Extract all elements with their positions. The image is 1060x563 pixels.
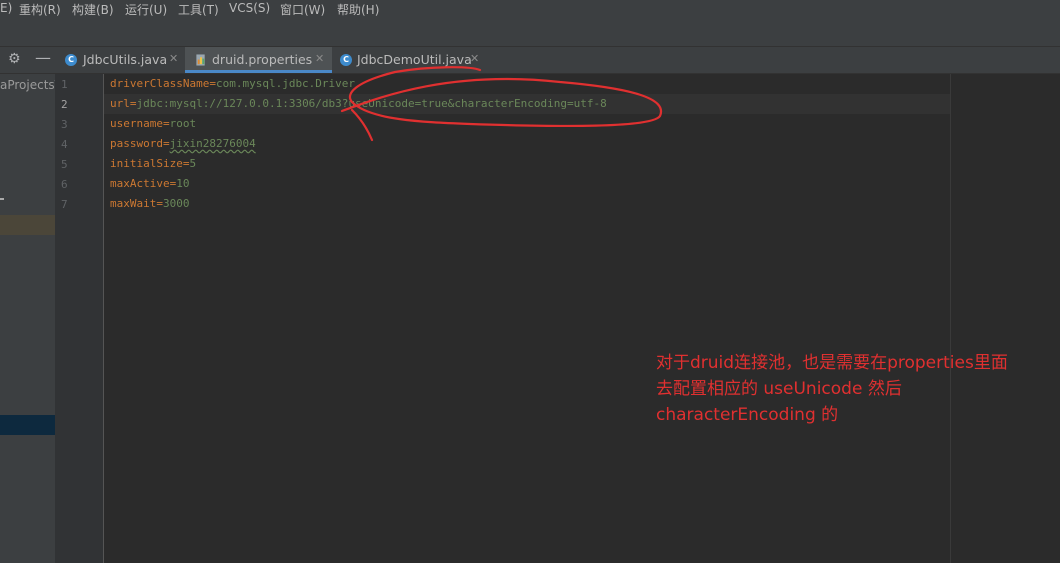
red-circle-mark	[340, 66, 663, 142]
hand-drawn-annotation	[340, 66, 663, 142]
annotation-line: 对于druid连接池，也是需要在properties里面	[656, 353, 1008, 373]
annotation-line: 去配置相应的 useUnicode 然后	[656, 379, 902, 399]
annotation-note: 对于druid连接池，也是需要在properties里面 去配置相应的 useU…	[656, 350, 1056, 428]
annotation-line: characterEncoding 的	[656, 405, 839, 425]
